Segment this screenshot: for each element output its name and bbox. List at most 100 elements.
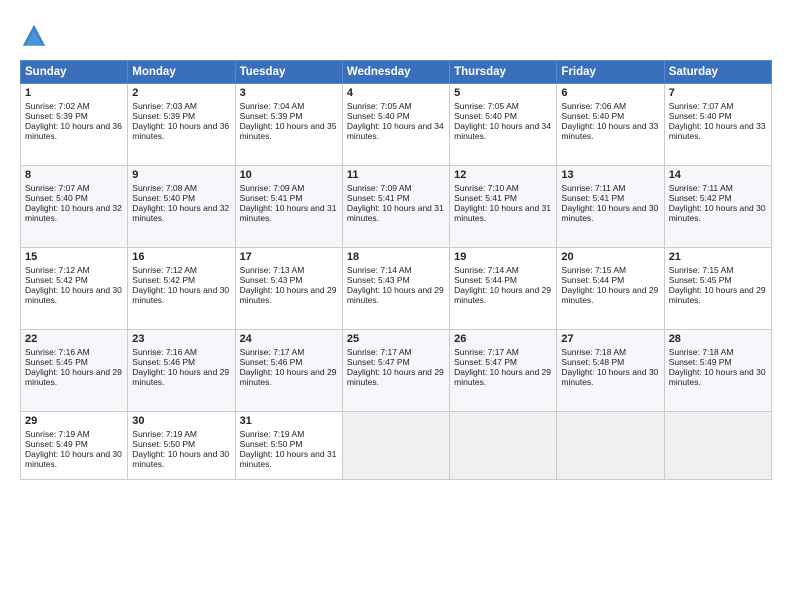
logo bbox=[20, 22, 50, 50]
calendar-cell-19: 19 Sunrise: 7:14 AMSunset: 5:44 PMDayligh… bbox=[450, 248, 557, 330]
calendar-cell-12: 12 Sunrise: 7:10 AMSunset: 5:41 PMDayligh… bbox=[450, 166, 557, 248]
header-cell-wednesday: Wednesday bbox=[342, 61, 449, 84]
day-number: 11 bbox=[347, 169, 445, 181]
day-info: Sunrise: 7:11 AMSunset: 5:42 PMDaylight:… bbox=[669, 183, 766, 223]
day-info: Sunrise: 7:18 AMSunset: 5:49 PMDaylight:… bbox=[669, 347, 766, 387]
day-info: Sunrise: 7:18 AMSunset: 5:48 PMDaylight:… bbox=[561, 347, 658, 387]
day-info: Sunrise: 7:14 AMSunset: 5:43 PMDaylight:… bbox=[347, 265, 444, 305]
calendar-cell-13: 13 Sunrise: 7:11 AMSunset: 5:41 PMDayligh… bbox=[557, 166, 664, 248]
calendar-cell-27: 27 Sunrise: 7:18 AMSunset: 5:48 PMDayligh… bbox=[557, 330, 664, 412]
logo-icon bbox=[20, 22, 48, 50]
calendar-cell-21: 21 Sunrise: 7:15 AMSunset: 5:45 PMDayligh… bbox=[664, 248, 771, 330]
day-number: 9 bbox=[132, 169, 230, 181]
day-info: Sunrise: 7:05 AMSunset: 5:40 PMDaylight:… bbox=[454, 101, 551, 141]
day-info: Sunrise: 7:19 AMSunset: 5:50 PMDaylight:… bbox=[132, 429, 229, 469]
day-number: 1 bbox=[25, 87, 123, 99]
calendar-cell-empty bbox=[664, 412, 771, 480]
day-info: Sunrise: 7:09 AMSunset: 5:41 PMDaylight:… bbox=[347, 183, 444, 223]
day-info: Sunrise: 7:15 AMSunset: 5:45 PMDaylight:… bbox=[669, 265, 766, 305]
day-info: Sunrise: 7:17 AMSunset: 5:47 PMDaylight:… bbox=[454, 347, 551, 387]
calendar-cell-empty bbox=[342, 412, 449, 480]
day-info: Sunrise: 7:19 AMSunset: 5:49 PMDaylight:… bbox=[25, 429, 122, 469]
day-info: Sunrise: 7:17 AMSunset: 5:47 PMDaylight:… bbox=[347, 347, 444, 387]
day-number: 30 bbox=[132, 415, 230, 427]
calendar-cell-18: 18 Sunrise: 7:14 AMSunset: 5:43 PMDayligh… bbox=[342, 248, 449, 330]
day-info: Sunrise: 7:14 AMSunset: 5:44 PMDaylight:… bbox=[454, 265, 551, 305]
day-number: 21 bbox=[669, 251, 767, 263]
calendar-cell-31: 31 Sunrise: 7:19 AMSunset: 5:50 PMDayligh… bbox=[235, 412, 342, 480]
day-number: 5 bbox=[454, 87, 552, 99]
calendar-cell-23: 23 Sunrise: 7:16 AMSunset: 5:46 PMDayligh… bbox=[128, 330, 235, 412]
day-number: 28 bbox=[669, 333, 767, 345]
calendar-cell-3: 3 Sunrise: 7:04 AMSunset: 5:39 PMDaylight… bbox=[235, 84, 342, 166]
day-info: Sunrise: 7:13 AMSunset: 5:43 PMDaylight:… bbox=[240, 265, 337, 305]
day-info: Sunrise: 7:12 AMSunset: 5:42 PMDaylight:… bbox=[25, 265, 122, 305]
calendar-cell-20: 20Sunrise: 7:15 AMSunset: 5:44 PMDayligh… bbox=[557, 248, 664, 330]
calendar-cell-2: 2Sunrise: 7:03 AMSunset: 5:39 PMDaylight… bbox=[128, 84, 235, 166]
calendar-cell-17: 17 Sunrise: 7:13 AMSunset: 5:43 PMDayligh… bbox=[235, 248, 342, 330]
day-info: Sunrise: 7:05 AMSunset: 5:40 PMDaylight:… bbox=[347, 101, 444, 141]
day-info: Sunrise: 7:08 AMSunset: 5:40 PMDaylight:… bbox=[132, 183, 229, 223]
calendar-cell-4: 4 Sunrise: 7:05 AMSunset: 5:40 PMDaylight… bbox=[342, 84, 449, 166]
day-info: Sunrise: 7:02 AMSunset: 5:39 PMDaylight:… bbox=[25, 101, 122, 141]
header-cell-thursday: Thursday bbox=[450, 61, 557, 84]
header-cell-tuesday: Tuesday bbox=[235, 61, 342, 84]
day-info: Sunrise: 7:09 AMSunset: 5:41 PMDaylight:… bbox=[240, 183, 337, 223]
calendar-cell-30: 30 Sunrise: 7:19 AMSunset: 5:50 PMDayligh… bbox=[128, 412, 235, 480]
day-number: 15 bbox=[25, 251, 123, 263]
day-info: Sunrise: 7:11 AMSunset: 5:41 PMDaylight:… bbox=[561, 183, 658, 223]
day-number: 3 bbox=[240, 87, 338, 99]
day-info: Sunrise: 7:07 AMSunset: 5:40 PMDaylight:… bbox=[25, 183, 122, 223]
day-number: 17 bbox=[240, 251, 338, 263]
calendar-cell-9: 9 Sunrise: 7:08 AMSunset: 5:40 PMDaylight… bbox=[128, 166, 235, 248]
day-number: 12 bbox=[454, 169, 552, 181]
day-info: Sunrise: 7:12 AMSunset: 5:42 PMDaylight:… bbox=[132, 265, 229, 305]
day-number: 25 bbox=[347, 333, 445, 345]
header-cell-saturday: Saturday bbox=[664, 61, 771, 84]
calendar-row-2: 8 Sunrise: 7:07 AMSunset: 5:40 PMDaylight… bbox=[21, 166, 772, 248]
calendar-cell-8: 8 Sunrise: 7:07 AMSunset: 5:40 PMDaylight… bbox=[21, 166, 128, 248]
calendar-cell-5: 5 Sunrise: 7:05 AMSunset: 5:40 PMDaylight… bbox=[450, 84, 557, 166]
calendar-cell-29: 29 Sunrise: 7:19 AMSunset: 5:49 PMDayligh… bbox=[21, 412, 128, 480]
day-number: 22 bbox=[25, 333, 123, 345]
calendar-cell-15: 15 Sunrise: 7:12 AMSunset: 5:42 PMDayligh… bbox=[21, 248, 128, 330]
day-info: Sunrise: 7:19 AMSunset: 5:50 PMDaylight:… bbox=[240, 429, 337, 469]
header-row: SundayMondayTuesdayWednesdayThursdayFrid… bbox=[21, 61, 772, 84]
day-number: 19 bbox=[454, 251, 552, 263]
day-number: 10 bbox=[240, 169, 338, 181]
calendar-cell-24: 24Sunrise: 7:17 AMSunset: 5:46 PMDayligh… bbox=[235, 330, 342, 412]
day-number: 2 bbox=[132, 87, 230, 99]
day-number: 4 bbox=[347, 87, 445, 99]
calendar-row-5: 29 Sunrise: 7:19 AMSunset: 5:49 PMDayligh… bbox=[21, 412, 772, 480]
day-number: 8 bbox=[25, 169, 123, 181]
day-number: 24 bbox=[240, 333, 338, 345]
day-number: 23 bbox=[132, 333, 230, 345]
header-cell-monday: Monday bbox=[128, 61, 235, 84]
day-info: Sunrise: 7:10 AMSunset: 5:41 PMDaylight:… bbox=[454, 183, 551, 223]
day-info: Sunrise: 7:04 AMSunset: 5:39 PMDaylight:… bbox=[240, 101, 337, 141]
day-number: 6 bbox=[561, 87, 659, 99]
day-number: 31 bbox=[240, 415, 338, 427]
day-info: Sunrise: 7:07 AMSunset: 5:40 PMDaylight:… bbox=[669, 101, 766, 141]
day-number: 13 bbox=[561, 169, 659, 181]
calendar-cell-11: 11 Sunrise: 7:09 AMSunset: 5:41 PMDayligh… bbox=[342, 166, 449, 248]
day-number: 26 bbox=[454, 333, 552, 345]
calendar-row-1: 1 Sunrise: 7:02 AMSunset: 5:39 PMDaylight… bbox=[21, 84, 772, 166]
day-number: 27 bbox=[561, 333, 659, 345]
day-number: 7 bbox=[669, 87, 767, 99]
calendar-cell-14: 14 Sunrise: 7:11 AMSunset: 5:42 PMDayligh… bbox=[664, 166, 771, 248]
calendar-row-4: 22Sunrise: 7:16 AMSunset: 5:45 PMDayligh… bbox=[21, 330, 772, 412]
day-info: Sunrise: 7:16 AMSunset: 5:46 PMDaylight:… bbox=[132, 347, 229, 387]
calendar-cell-6: 6 Sunrise: 7:06 AMSunset: 5:40 PMDaylight… bbox=[557, 84, 664, 166]
day-number: 18 bbox=[347, 251, 445, 263]
day-info: Sunrise: 7:06 AMSunset: 5:40 PMDaylight:… bbox=[561, 101, 658, 141]
day-number: 29 bbox=[25, 415, 123, 427]
calendar-cell-empty bbox=[557, 412, 664, 480]
page: SundayMondayTuesdayWednesdayThursdayFrid… bbox=[0, 0, 792, 612]
header-cell-friday: Friday bbox=[557, 61, 664, 84]
calendar-cell-7: 7 Sunrise: 7:07 AMSunset: 5:40 PMDaylight… bbox=[664, 84, 771, 166]
calendar-cell-1: 1 Sunrise: 7:02 AMSunset: 5:39 PMDaylight… bbox=[21, 84, 128, 166]
calendar-cell-10: 10 Sunrise: 7:09 AMSunset: 5:41 PMDayligh… bbox=[235, 166, 342, 248]
day-number: 14 bbox=[669, 169, 767, 181]
calendar-cell-28: 28 Sunrise: 7:18 AMSunset: 5:49 PMDayligh… bbox=[664, 330, 771, 412]
